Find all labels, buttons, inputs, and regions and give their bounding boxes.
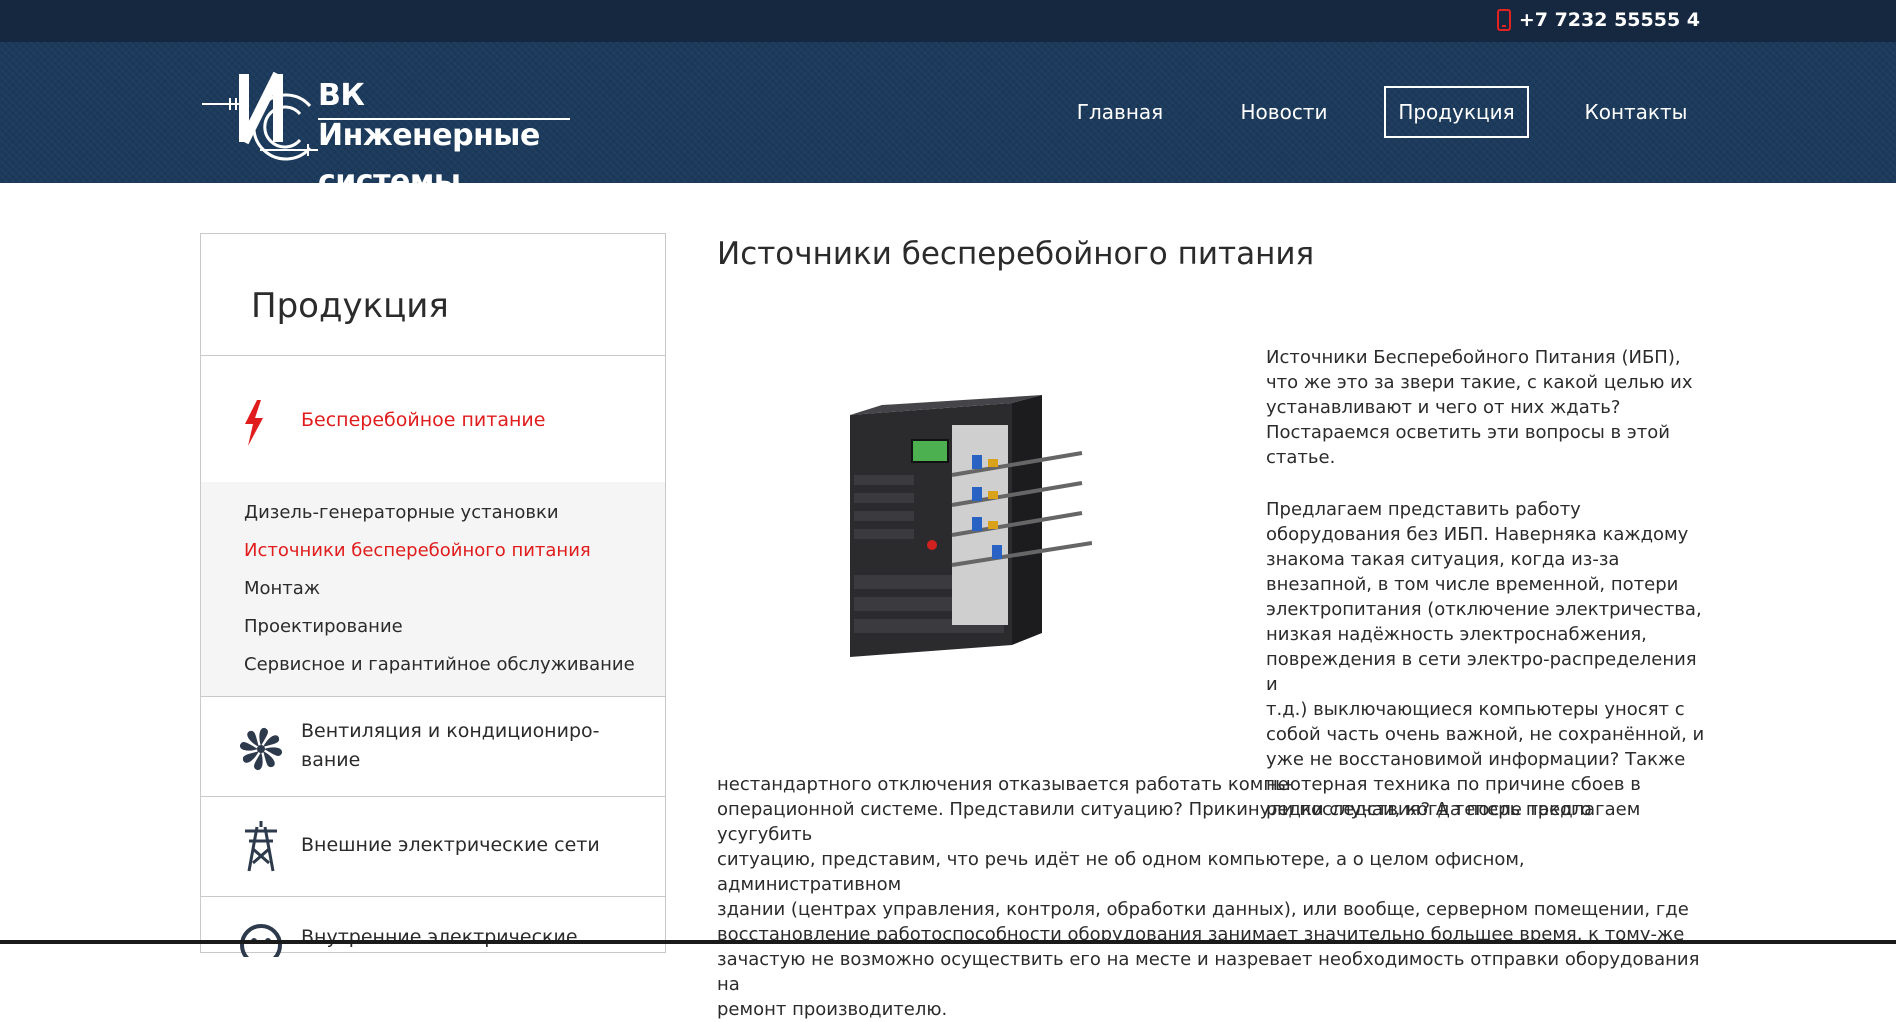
nav-contacts[interactable]: Контакты [1584,86,1688,138]
top-bar: +7 7232 55555 4 [0,0,1896,42]
text-line: Постараемся осветить эти вопросы в этой [1266,422,1670,443]
sidebar-item-label: Внешние электрические сети [301,834,600,856]
power-tower-icon [245,821,277,872]
text-line: Предлагаем представить работу [1266,499,1581,520]
nav-products[interactable]: Продукция [1384,86,1529,138]
logo-line-2: системы [318,164,461,199]
text-line: здании (центрах управления, контроля, об… [717,899,1689,920]
text-line: оборудования без ИБП. Наверняка каждому [1266,524,1689,545]
article-paragraph-2-continued: нестандартного отключения отказывается р… [717,772,1707,1022]
sidebar-item-label: Вентиляция и кондициониро- вание [301,717,600,775]
submenu-item-design[interactable]: Проектирование [244,616,403,637]
text-line: статье. [1266,447,1336,468]
submenu-item-ups[interactable]: Источники бесперебойного питания [244,540,591,561]
page-title: Источники бесперебойного питания [717,236,1315,272]
article-paragraph-1: Источники Бесперебойного Питания (ИБП), … [1266,345,1706,470]
text-line: Источники Бесперебойного Питания (ИБП), [1266,347,1681,368]
text-line: знакома такая ситуация, когда из-за [1266,549,1620,570]
phone-contact[interactable]: +7 7232 55555 4 [1496,9,1700,31]
sidebar-item-external-networks[interactable]: Внешние электрические сети [201,797,665,897]
socket-icon [240,924,282,957]
ups-device-image [850,395,1092,657]
sidebar-item-label: Бесперебойное питание [301,409,546,431]
nav-news[interactable]: Новости [1232,86,1336,138]
text-line: ремонт производителю. [717,999,948,1020]
text-line: электропитания (отключение электричества… [1266,599,1702,620]
sidebar-submenu: Дизель-генераторные установки Источники … [201,482,665,696]
sidebar-item-internal-networks[interactable]: Внутренние электрические [201,897,665,957]
sidebar-item-ventilation[interactable]: Вентиляция и кондициониро- вание [201,697,665,797]
sidebar-item-label-line1: Вентиляция и кондициониро- [301,720,600,742]
text-line: операционной системе. Представили ситуац… [717,799,1641,845]
site-header: ВК Инженерные системы Главная Новости Пр… [0,42,1896,199]
text-line: т.д.) выключающиеся компьютеры уносят с [1266,699,1685,720]
text-line: ситуацию, представим, что речь идёт не о… [717,849,1525,895]
products-sidebar: Продукция Бесперебойное питание Дизель-г… [200,233,666,957]
sidebar-title: Продукция [251,286,449,326]
page-bottom-edge [0,940,1896,944]
submenu-item-service[interactable]: Сервисное и гарантийное обслуживание [244,654,635,675]
sidebar-item-label-line2: вание [301,749,361,771]
text-line: устанавливают и чего от них ждать? [1266,397,1621,418]
text-line: собой часть очень важной, не сохранённой… [1266,724,1705,745]
sidebar-item-label: Внутренние электрические [301,926,578,948]
nav-home[interactable]: Главная [1070,86,1170,138]
text-line: повреждения в сети электро-распределения… [1266,649,1697,695]
text-line: низкая надёжность электроснабжения, [1266,624,1647,645]
sidebar-item-ups[interactable]: Бесперебойное питание [201,356,665,482]
submenu-item-installation[interactable]: Монтаж [244,578,320,599]
phone-number: +7 7232 55555 4 [1518,9,1700,31]
text-line: что же это за звери такие, с какой целью… [1266,372,1693,393]
lightning-icon [245,400,263,446]
text-line: нестандартного отключения отказывается р… [717,774,1641,795]
submenu-item-diesel[interactable]: Дизель-генераторные установки [244,502,559,523]
text-line: зачастую не возможно осуществить его на … [717,949,1700,995]
main-nav: Главная Новости Продукция Контакты [0,86,1896,140]
fan-icon [239,727,283,771]
text-line: внезапной, в том числе временной, потери [1266,574,1679,595]
mobile-phone-icon [1496,9,1511,31]
